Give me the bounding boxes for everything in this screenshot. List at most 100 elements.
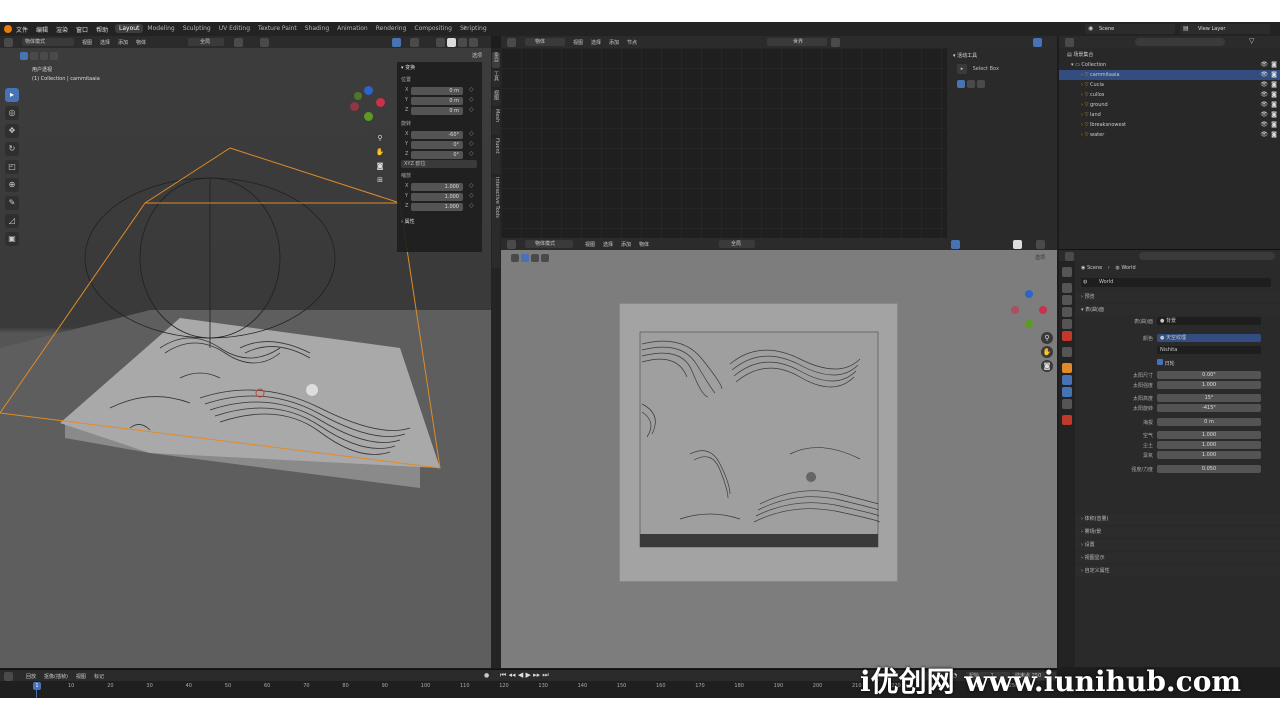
render-camera-icon[interactable]: ◙ <box>1271 90 1277 100</box>
color-input-select[interactable]: ● 天空纹理 <box>1157 334 1261 342</box>
keyframe-icon[interactable]: ◇ <box>469 202 474 209</box>
add-workspace-icon[interactable]: + <box>462 24 468 32</box>
node-menu-item-3[interactable]: 节点 <box>627 40 637 46</box>
render-camera-icon[interactable]: ◙ <box>1271 70 1277 80</box>
keyframe-icon[interactable]: ◇ <box>469 150 474 157</box>
pan-hand-icon[interactable]: ✋ <box>374 146 386 158</box>
jump-key-forward-icon[interactable]: ▸▸ <box>533 671 540 679</box>
visibility-eye-icon[interactable]: 👁 <box>1260 90 1268 100</box>
workspace-tab-compositing[interactable]: Compositing <box>410 24 456 33</box>
workspace-tab-uv-editing[interactable]: UV Editing <box>215 24 254 33</box>
jump-key-back-icon[interactable]: ◂◂ <box>509 671 516 679</box>
rotation-mode-select[interactable]: XYZ 欧拉 <box>401 160 477 168</box>
camera-viewport[interactable]: 选项 ⚲ ✋ ◙ <box>501 250 1057 668</box>
timeline-menu-item-1[interactable]: 抠像(插帧) <box>44 674 68 680</box>
keyframe-icon[interactable]: ◇ <box>469 130 474 137</box>
keyframe-icon[interactable]: ◇ <box>469 140 474 147</box>
cam-tool-icon[interactable] <box>511 254 519 262</box>
menu-item-0[interactable]: 文件 <box>16 27 28 34</box>
outliner-item-Cucia[interactable]: › ▽ Cucia 👁 ◙ <box>1059 80 1280 90</box>
rendered-shading-icon[interactable] <box>469 38 478 47</box>
visibility-eye-icon[interactable]: 👁 <box>1260 110 1268 120</box>
location-y-field[interactable]: 0 m <box>411 97 463 105</box>
dust-field[interactable]: 1.000 <box>1157 441 1261 449</box>
visibility-eye-icon[interactable]: 👁 <box>1260 130 1268 140</box>
timeline-type-icon[interactable] <box>4 672 13 681</box>
outliner-type-icon[interactable] <box>1065 38 1074 47</box>
n-panel-tab-4[interactable]: Fluent <box>492 138 500 174</box>
transform-panel-header[interactable]: ▾ 变换 <box>401 64 415 71</box>
node-select-subtract-icon[interactable] <box>976 80 985 88</box>
left-menu-item-0[interactable]: 视图 <box>82 40 92 46</box>
orientation-selector[interactable]: 全局 <box>188 38 224 46</box>
keyframe-icon[interactable]: ◇ <box>469 96 474 103</box>
camera-orientation-selector[interactable]: 全局 <box>719 240 755 248</box>
options-label[interactable]: 选项 <box>472 52 482 59</box>
workspace-tab-rendering[interactable]: Rendering <box>372 24 411 33</box>
outliner-item-water[interactable]: › ▽ water 👁 ◙ <box>1059 130 1280 140</box>
sky-type-select[interactable]: Nishita <box>1157 346 1261 354</box>
zoom-icon[interactable]: ⚲ <box>374 132 386 144</box>
scale-y-field[interactable]: 1.000 <box>411 193 463 201</box>
workspace-tab-layout[interactable]: Layout <box>115 24 144 33</box>
render-camera-icon[interactable]: ◙ <box>1271 130 1277 140</box>
rotation-x-field[interactable]: -60° <box>411 131 463 139</box>
outliner-root[interactable]: ▤ 场景集合 <box>1059 50 1280 60</box>
air-field[interactable]: 1.000 <box>1157 431 1261 439</box>
grid-view-icon[interactable]: ⊞ <box>374 174 386 186</box>
camera-pan-icon[interactable]: ✋ <box>1041 346 1053 358</box>
collection-render-icon[interactable]: ◙ <box>1271 60 1277 70</box>
left-menu-item-3[interactable]: 物体 <box>136 40 146 46</box>
node-mode-selector[interactable]: 物体 <box>525 38 565 46</box>
strength-field[interactable]: 0.050 <box>1157 465 1261 473</box>
collection-tab-icon[interactable] <box>1062 347 1072 357</box>
overlay-icon[interactable] <box>392 38 401 47</box>
workspace-tab-texture-paint[interactable]: Texture Paint <box>254 24 301 33</box>
scene-tab-icon[interactable] <box>1062 319 1072 329</box>
left-3d-viewport[interactable]: 用户透视 (1) Collection | cammitaaia ▸ ◎ ✥ ↻… <box>0 48 491 668</box>
visibility-eye-icon[interactable]: 👁 <box>1260 80 1268 90</box>
workspace-tab-animation[interactable]: Animation <box>333 24 372 33</box>
solid-shading-icon[interactable] <box>447 38 456 47</box>
left-menu-item-1[interactable]: 选择 <box>100 40 110 46</box>
visibility-eye-icon[interactable]: 👁 <box>1260 120 1268 130</box>
ozone-field[interactable]: 1.000 <box>1157 451 1261 459</box>
properties-type-icon[interactable] <box>1065 252 1074 261</box>
camera-zoom-icon[interactable]: ⚲ <box>1041 332 1053 344</box>
playhead[interactable]: 1 <box>33 682 41 690</box>
sun-size-field[interactable]: 0.00° <box>1157 371 1261 379</box>
timeline-menu-item-0[interactable]: 回放 <box>26 674 36 680</box>
cam-select-subtract-icon[interactable] <box>540 254 549 262</box>
menu-item-3[interactable]: 窗口 <box>76 27 88 34</box>
surface-panel-header[interactable]: ▾ 表(曲)面 <box>1075 305 1280 315</box>
scale-z-field[interactable]: 1.000 <box>411 203 463 211</box>
render-camera-icon[interactable]: ◙ <box>1271 120 1277 130</box>
menu-item-4[interactable]: 帮助 <box>96 27 108 34</box>
camera-options-label[interactable]: 选项 <box>1035 254 1045 261</box>
snap-icon[interactable] <box>234 38 243 47</box>
n-panel-tab-0[interactable]: 条目 <box>492 52 500 68</box>
select-box-tool-button[interactable]: ▸ Select Box <box>957 64 1047 74</box>
object-tab-icon[interactable] <box>1062 363 1072 373</box>
properties-search-input[interactable] <box>1139 252 1275 260</box>
editor-type-icon[interactable] <box>4 38 13 47</box>
menu-item-1[interactable]: 编辑 <box>36 27 48 34</box>
xray-icon[interactable] <box>410 38 419 47</box>
collection-visibility-icon[interactable]: 👁 <box>1260 60 1268 70</box>
outliner-search-input[interactable] <box>1135 38 1225 46</box>
location-z-field[interactable]: 0 m <box>411 107 463 115</box>
physics-tab-icon[interactable] <box>1062 387 1072 397</box>
node-select-extend-icon[interactable] <box>966 80 975 88</box>
play-icon[interactable]: ▶ <box>525 671 530 679</box>
n-panel-tab-1[interactable]: 工具 <box>492 71 500 87</box>
constraints-tab-icon[interactable] <box>1062 399 1072 409</box>
camera-navigation-gizmo[interactable] <box>1009 290 1049 330</box>
location-x-field[interactable]: 0 m <box>411 87 463 95</box>
jump-end-icon[interactable]: ⏭ <box>542 671 548 679</box>
world-slot-selector[interactable]: 世界 <box>767 38 827 46</box>
render-camera-icon[interactable]: ◙ <box>1271 110 1277 120</box>
cam-select-new-icon[interactable] <box>520 254 529 262</box>
camera-menu-item-2[interactable]: 添加 <box>621 242 631 248</box>
scene-selector[interactable]: ◉ Scene <box>1085 24 1175 34</box>
timeline-menu-item-3[interactable]: 标记 <box>94 674 104 680</box>
